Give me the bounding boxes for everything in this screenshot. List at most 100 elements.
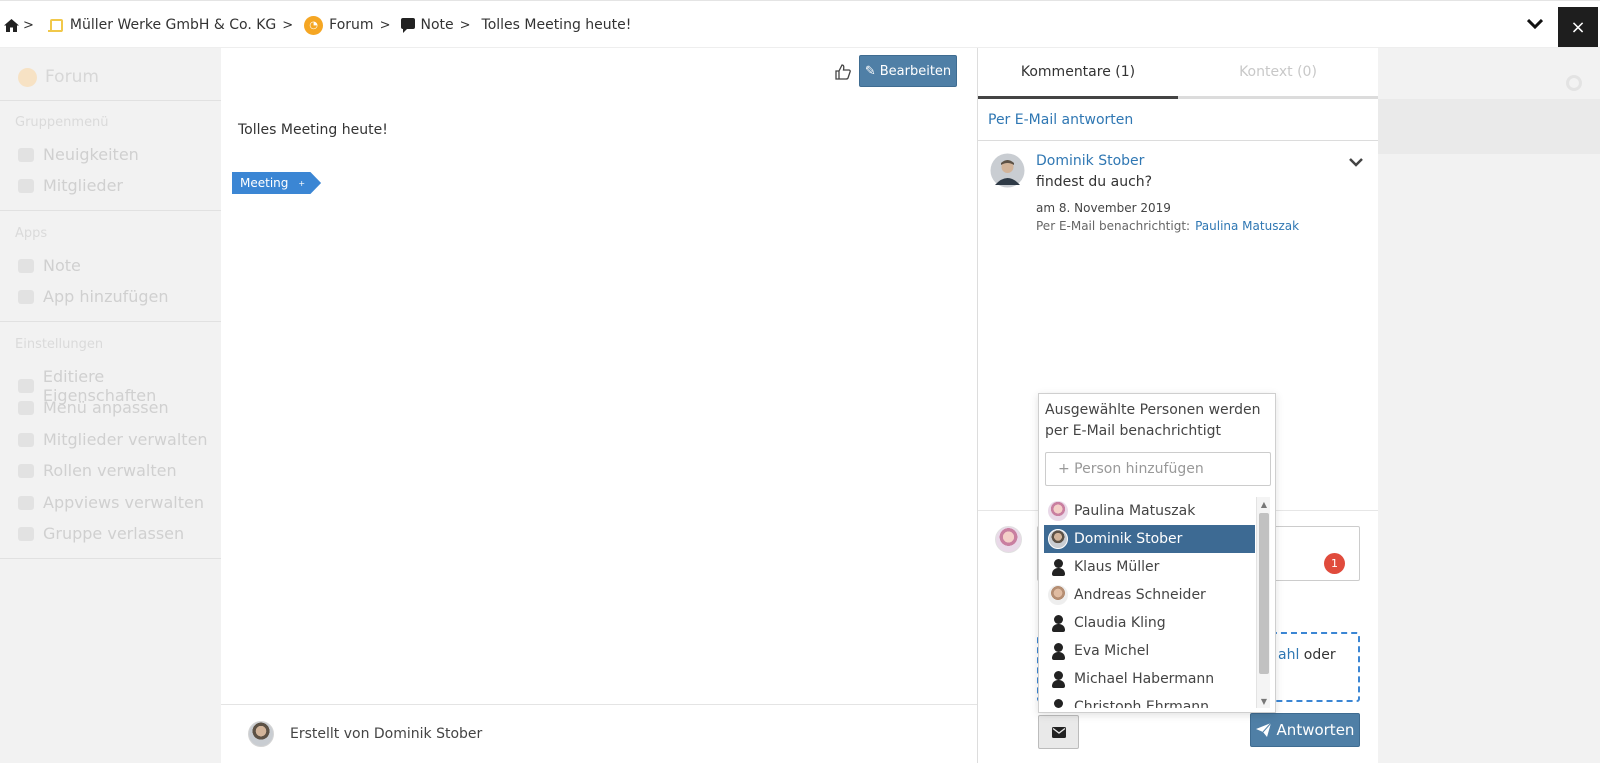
sidebar-item-news[interactable]: Neuigkeiten [18, 145, 139, 164]
sidebar-item-members[interactable]: Mitglieder [18, 176, 123, 195]
tag-meeting[interactable]: Meeting + [232, 172, 322, 194]
sidebar-item-label: Appviews verwalten [43, 493, 205, 512]
popup-title: Ausgewählte Personen werden per E-Mail b… [1045, 402, 1261, 439]
breadcrumb-item-note[interactable]: Note [401, 17, 454, 33]
sidebar-item-add-app[interactable]: App hinzufügen [18, 287, 169, 306]
person-name: Dominik Stober [1074, 531, 1183, 547]
breadcrumb-item-label: Forum [329, 17, 374, 33]
home-icon [4, 18, 19, 32]
sidebar-item-note[interactable]: Note [18, 256, 81, 275]
tab-context[interactable]: Kontext (0) [1178, 48, 1378, 99]
divider [0, 321, 221, 322]
sidebar-item-label: Neuigkeiten [43, 145, 139, 164]
notify-people-popup: Ausgewählte Personen werden per E-Mail b… [1038, 393, 1276, 713]
sidebar-item-label: Menü anpassen [43, 398, 169, 417]
tag-remove-icon[interactable]: + [298, 179, 305, 188]
list-item[interactable]: Andreas Schneider [1044, 581, 1255, 609]
breadcrumb-item-forum[interactable]: ◔ Forum [304, 15, 374, 35]
person-name: Klaus Müller [1074, 559, 1160, 575]
edit-button[interactable]: ✎ Bearbeiten [859, 55, 957, 87]
user-placeholder-icon [1048, 613, 1068, 633]
breadcrumb-item-label: Tolles Meeting heute! [481, 17, 632, 33]
chevron-down-icon[interactable] [1348, 154, 1364, 170]
sidebar-item-manage-appviews[interactable]: Appviews verwalten [18, 493, 204, 512]
comment-author-link[interactable]: Dominik Stober [1036, 153, 1144, 169]
list-item[interactable]: Claudia Kling [1044, 609, 1255, 637]
sidebar-item-label: Note [43, 256, 81, 275]
scroll-down-icon[interactable]: ▼ [1257, 694, 1271, 708]
user-placeholder-icon [1048, 697, 1068, 708]
sidebar: Forum Gruppenmenü Neuigkeiten Mitglieder… [0, 48, 221, 763]
people-list: Paulina Matuszak Dominik Stober Klaus Mü… [1044, 497, 1272, 708]
breadcrumb-separator: > [282, 17, 294, 33]
avatar[interactable] [990, 153, 1025, 188]
sidebar-heading-group-menu: Gruppenmenü [15, 115, 109, 130]
list-item-selected[interactable]: Dominik Stober [1044, 525, 1255, 553]
envelope-icon [1051, 726, 1066, 738]
breadcrumb-home[interactable] [4, 18, 19, 32]
avatar [1048, 501, 1068, 521]
thumbs-up-icon[interactable] [833, 62, 853, 82]
list-item[interactable]: Michael Habermann [1044, 665, 1255, 693]
scrollbar-thumb[interactable] [1259, 513, 1269, 674]
lock-icon [18, 495, 34, 510]
reply-button-label: Antworten [1276, 721, 1355, 739]
sidebar-heading-apps: Apps [15, 226, 48, 241]
comment-text: findest du auch? [1036, 174, 1153, 190]
breadcrumb-item-label: Müller Werke GmbH & Co. KG [69, 17, 277, 33]
close-button[interactable]: × [1558, 7, 1598, 47]
sidebar-title[interactable]: Forum [18, 67, 99, 87]
sidebar-item-customize-menu[interactable]: Menü anpassen [18, 398, 169, 417]
sidebar-item-label: App hinzufügen [43, 287, 169, 306]
sidebar-item-manage-members[interactable]: Mitglieder verwalten [18, 430, 208, 449]
forum-icon [18, 67, 37, 87]
company-icon [47, 18, 63, 32]
avatar[interactable] [248, 721, 274, 747]
edit-icon [18, 400, 34, 415]
tab-count: (1) [1115, 64, 1136, 80]
sidebar-heading-settings: Einstellungen [15, 337, 104, 352]
dropzone-link[interactable]: ahl [1278, 647, 1299, 663]
tab-comments[interactable]: Kommentare (1) [978, 48, 1178, 99]
email-notify-button[interactable] [1038, 715, 1079, 749]
avatar [1048, 529, 1068, 549]
notified-person-link[interactable]: Paulina Matuszak [1195, 219, 1299, 233]
list-item[interactable]: Christoph Ehrmann [1044, 693, 1255, 708]
scroll-up-icon[interactable]: ▲ [1257, 497, 1271, 511]
users-icon [18, 432, 34, 447]
note-icon [401, 17, 416, 33]
breadcrumb-separator: > [459, 17, 471, 33]
divider [0, 210, 221, 211]
tab-count: (0) [1297, 64, 1317, 80]
list-item[interactable]: Eva Michel [1044, 637, 1255, 665]
post-view: ✎ Bearbeiten Tolles Meeting heute! Meeti… [221, 48, 977, 763]
edit-icon [18, 379, 34, 393]
chevron-down-icon[interactable] [1524, 13, 1546, 35]
divider [0, 558, 221, 559]
breadcrumb-item-label: Note [420, 17, 454, 33]
breadcrumb: > Müller Werke GmbH & Co. KG > ◔ Forum >… [4, 15, 631, 35]
dropzone-label: oder [1299, 647, 1336, 663]
avatar [995, 526, 1022, 553]
reply-button[interactable]: Antworten [1250, 713, 1360, 747]
dropzone-text: ahl oder [1278, 647, 1336, 663]
notification-badge: 1 [1324, 553, 1345, 574]
list-item[interactable]: Paulina Matuszak [1044, 497, 1255, 525]
scrollbar[interactable]: ▲ ▼ [1256, 497, 1270, 708]
avatar [1048, 585, 1068, 605]
post-content: Tolles Meeting heute! [238, 122, 388, 138]
email-reply-link[interactable]: Per E-Mail antworten [978, 99, 1378, 141]
breadcrumb-item-company[interactable]: Müller Werke GmbH & Co. KG [47, 17, 277, 33]
forum-icon: ◔ [304, 15, 324, 35]
person-name: Claudia Kling [1074, 615, 1166, 631]
bell-icon [18, 147, 34, 162]
users-icon [18, 178, 34, 193]
background-overlay [1378, 48, 1600, 763]
sidebar-item-leave-group[interactable]: Gruppe verlassen [18, 524, 184, 543]
plus-icon [18, 289, 34, 304]
sidebar-item-label: Gruppe verlassen [43, 524, 185, 543]
list-item[interactable]: Klaus Müller [1044, 553, 1255, 581]
sidebar-item-manage-roles[interactable]: Rollen verwalten [18, 461, 177, 480]
divider [0, 100, 221, 101]
add-person-input[interactable] [1045, 452, 1271, 486]
